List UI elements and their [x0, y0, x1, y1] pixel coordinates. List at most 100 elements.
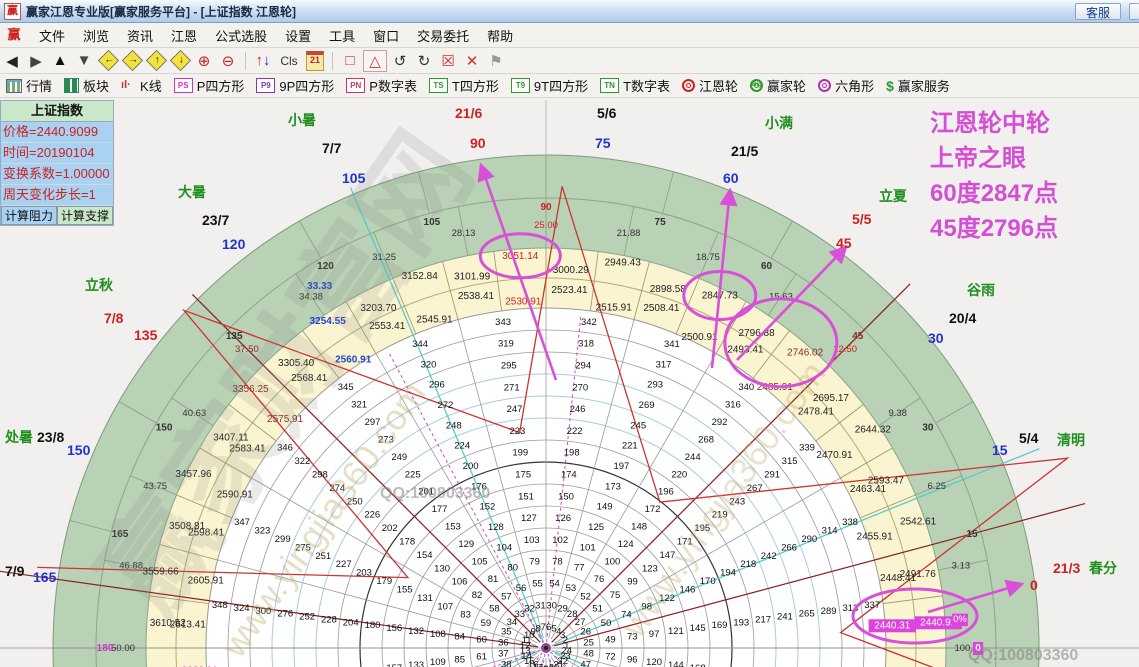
menu-item-0[interactable]: 文件 — [30, 27, 74, 46]
zoom-out-button[interactable]: ⊖ — [217, 51, 239, 71]
rotate-ccw-button[interactable]: ↺ — [389, 51, 411, 71]
menu-item-9[interactable]: 帮助 — [478, 27, 522, 46]
svg-text:244: 244 — [685, 452, 701, 463]
winner-wheel-icon: Big — [750, 79, 764, 92]
svg-text:318: 318 — [578, 339, 594, 350]
pin-button[interactable]: ⚑ — [485, 51, 507, 71]
menu-item-7[interactable]: 窗口 — [364, 27, 408, 46]
svg-text:60: 60 — [476, 635, 487, 646]
svg-text:132: 132 — [408, 626, 424, 637]
shift-left-button[interactable]: ← — [97, 49, 119, 72]
draw-rect-button[interactable]: □ — [339, 51, 361, 71]
wheel-outer-label: 105 — [342, 170, 366, 186]
svg-text:153: 153 — [445, 522, 461, 533]
tool-p-table[interactable]: PN P数字表 — [346, 76, 417, 95]
cls-button[interactable]: Cls — [276, 51, 302, 71]
svg-text:2593.47: 2593.47 — [868, 475, 905, 486]
shift-down-button[interactable]: ↓ — [169, 49, 191, 72]
tool-label: 9T四方形 — [533, 79, 589, 94]
shift-right-button[interactable]: → — [121, 49, 143, 72]
svg-text:320: 320 — [421, 359, 437, 370]
gann-wheel-chart-area[interactable]: 1234567891011121314151617181920212223242… — [0, 98, 1139, 667]
svg-text:8: 8 — [535, 624, 540, 635]
shift-up-button[interactable]: ↑ — [145, 49, 167, 72]
svg-text:26: 26 — [580, 627, 591, 638]
tool-9t-square[interactable]: T9 9T四方形 — [510, 76, 589, 95]
menu-item-6[interactable]: 工具 — [320, 27, 364, 46]
svg-text:0%: 0% — [953, 614, 967, 625]
tool-label: 六角形 — [835, 79, 875, 94]
svg-text:45: 45 — [852, 331, 864, 342]
menu-item-2[interactable]: 资讯 — [118, 27, 162, 46]
svg-text:269: 269 — [639, 400, 655, 411]
svg-text:99: 99 — [627, 577, 638, 588]
svg-text:154: 154 — [417, 550, 433, 561]
customer-service-button[interactable]: 客服 — [1074, 2, 1121, 20]
menu-item-4[interactable]: 公式选股 — [206, 27, 276, 46]
tool-hexagon[interactable]: 六角形 — [818, 76, 874, 95]
hexagon-icon — [818, 79, 832, 92]
calc-support-button[interactable]: 计算支撑 — [57, 206, 113, 225]
svg-text:2538.41: 2538.41 — [458, 291, 495, 302]
updown-marker-button[interactable]: ↑↓ — [252, 51, 274, 71]
svg-text:144: 144 — [668, 660, 684, 667]
menu-item-8[interactable]: 交易委托 — [408, 27, 478, 46]
svg-text:QQ:100803360: QQ:100803360 — [380, 485, 490, 502]
menu-item-1[interactable]: 浏览 — [74, 27, 118, 46]
svg-text:173: 173 — [605, 481, 621, 492]
svg-text:197: 197 — [613, 461, 629, 472]
gann-wheel-icon — [682, 79, 696, 92]
zoom-in-button[interactable]: ⊕ — [193, 51, 215, 71]
svg-text:157: 157 — [386, 663, 402, 667]
svg-text:198: 198 — [564, 448, 580, 459]
svg-text:121: 121 — [668, 626, 684, 637]
partial-button[interactable] — [1129, 2, 1139, 20]
calendar-button[interactable]: 21 — [304, 50, 326, 71]
grid-icon — [6, 78, 22, 93]
svg-text:77: 77 — [574, 563, 585, 574]
p-table-icon: PN — [346, 78, 366, 93]
wheel-outer-label: 21/6 — [455, 105, 483, 121]
svg-text:2491.76: 2491.76 — [900, 569, 937, 580]
nav-next-button[interactable]: ▶ — [25, 51, 47, 71]
boxed-x-button[interactable]: ☒ — [437, 51, 459, 71]
tool-winner-wheel[interactable]: Big 赢家轮 — [750, 76, 806, 95]
tool-t-square[interactable]: TS T四方形 — [428, 76, 499, 95]
9p-square-icon: P9 — [256, 78, 276, 93]
menu-item-5[interactable]: 设置 — [276, 27, 320, 46]
tool-gann-wheel[interactable]: 江恩轮 — [682, 76, 738, 95]
tool-p-square[interactable]: PS P四方形 — [173, 76, 244, 95]
tool-winner-service[interactable]: $ 赢家服务 — [886, 76, 950, 95]
application-window: 赢 赢家江恩专业版[赢家服务平台] - [上证指数 江恩轮] 客服 赢 文件 浏览… — [0, 0, 1139, 667]
svg-text:3.13: 3.13 — [952, 561, 971, 572]
wheel-outer-label: 165 — [33, 569, 57, 585]
svg-text:125: 125 — [588, 522, 604, 533]
calc-resistance-button[interactable]: 计算阻力 — [1, 206, 57, 225]
toolbar-separator — [332, 51, 333, 70]
tool-t-table[interactable]: TN T数字表 — [600, 76, 670, 95]
nav-down-button[interactable]: ▼ — [73, 51, 95, 71]
cross-marker-button[interactable]: ✕ — [461, 51, 483, 71]
nav-up-button[interactable]: ▲ — [49, 51, 71, 71]
draw-triangle-button[interactable]: △ — [363, 49, 387, 72]
app-logo-icon: 赢 — [4, 2, 21, 20]
tool-9p-square[interactable]: P9 9P四方形 — [256, 76, 334, 95]
svg-text:79: 79 — [529, 557, 540, 568]
tool-sectors[interactable]: 板块 — [64, 76, 109, 95]
svg-text:6.25: 6.25 — [928, 481, 947, 492]
svg-text:343: 343 — [495, 317, 511, 328]
nav-prev-button[interactable]: ◀ — [1, 51, 23, 71]
tool-kline[interactable]: ıl· K线 — [121, 76, 162, 95]
tool-label: 行情 — [26, 79, 53, 94]
svg-text:50.00: 50.00 — [111, 643, 135, 654]
svg-text:204: 204 — [343, 617, 359, 628]
svg-text:4: 4 — [556, 626, 561, 637]
menu-item-3[interactable]: 江恩 — [162, 27, 206, 46]
svg-text:57: 57 — [501, 591, 512, 602]
svg-text:296: 296 — [429, 380, 445, 391]
svg-text:101: 101 — [580, 542, 596, 553]
svg-text:268: 268 — [698, 434, 714, 445]
tool-quotes[interactable]: 行情 — [6, 76, 52, 95]
svg-text:265: 265 — [799, 609, 815, 620]
rotate-cw-button[interactable]: ↻ — [413, 51, 435, 71]
